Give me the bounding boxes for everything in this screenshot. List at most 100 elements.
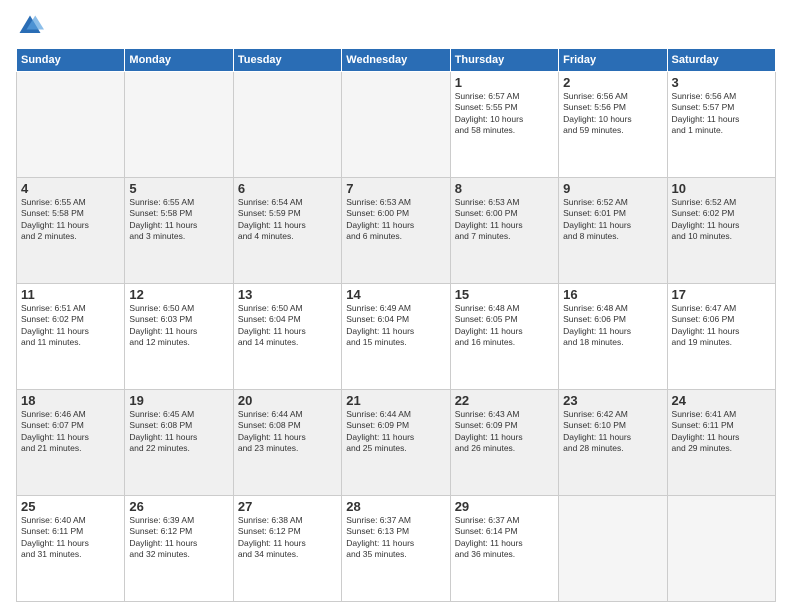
day-info: Sunrise: 6:53 AMSunset: 6:00 PMDaylight:… <box>346 197 445 243</box>
day-header-saturday: Saturday <box>667 49 775 72</box>
day-number: 23 <box>563 393 662 408</box>
day-info: Sunrise: 6:54 AMSunset: 5:59 PMDaylight:… <box>238 197 337 243</box>
day-number: 11 <box>21 287 120 302</box>
header <box>16 12 776 40</box>
calendar-cell: 2Sunrise: 6:56 AMSunset: 5:56 PMDaylight… <box>559 72 667 178</box>
calendar-cell <box>342 72 450 178</box>
day-number: 28 <box>346 499 445 514</box>
days-header-row: SundayMondayTuesdayWednesdayThursdayFrid… <box>17 49 776 72</box>
day-info: Sunrise: 6:45 AMSunset: 6:08 PMDaylight:… <box>129 409 228 455</box>
calendar-cell: 3Sunrise: 6:56 AMSunset: 5:57 PMDaylight… <box>667 72 775 178</box>
calendar-cell: 13Sunrise: 6:50 AMSunset: 6:04 PMDayligh… <box>233 284 341 390</box>
day-header-monday: Monday <box>125 49 233 72</box>
day-number: 18 <box>21 393 120 408</box>
calendar-cell: 7Sunrise: 6:53 AMSunset: 6:00 PMDaylight… <box>342 178 450 284</box>
week-row-2: 4Sunrise: 6:55 AMSunset: 5:58 PMDaylight… <box>17 178 776 284</box>
calendar-cell: 12Sunrise: 6:50 AMSunset: 6:03 PMDayligh… <box>125 284 233 390</box>
day-number: 15 <box>455 287 554 302</box>
calendar-cell: 16Sunrise: 6:48 AMSunset: 6:06 PMDayligh… <box>559 284 667 390</box>
logo <box>16 12 48 40</box>
day-number: 9 <box>563 181 662 196</box>
calendar-cell: 1Sunrise: 6:57 AMSunset: 5:55 PMDaylight… <box>450 72 558 178</box>
calendar-cell: 6Sunrise: 6:54 AMSunset: 5:59 PMDaylight… <box>233 178 341 284</box>
day-number: 14 <box>346 287 445 302</box>
day-info: Sunrise: 6:48 AMSunset: 6:06 PMDaylight:… <box>563 303 662 349</box>
day-header-tuesday: Tuesday <box>233 49 341 72</box>
calendar-cell: 23Sunrise: 6:42 AMSunset: 6:10 PMDayligh… <box>559 390 667 496</box>
week-row-5: 25Sunrise: 6:40 AMSunset: 6:11 PMDayligh… <box>17 496 776 602</box>
calendar-cell <box>125 72 233 178</box>
calendar-cell: 26Sunrise: 6:39 AMSunset: 6:12 PMDayligh… <box>125 496 233 602</box>
day-number: 13 <box>238 287 337 302</box>
day-info: Sunrise: 6:43 AMSunset: 6:09 PMDaylight:… <box>455 409 554 455</box>
day-number: 17 <box>672 287 771 302</box>
day-info: Sunrise: 6:47 AMSunset: 6:06 PMDaylight:… <box>672 303 771 349</box>
day-info: Sunrise: 6:52 AMSunset: 6:01 PMDaylight:… <box>563 197 662 243</box>
day-number: 19 <box>129 393 228 408</box>
day-info: Sunrise: 6:38 AMSunset: 6:12 PMDaylight:… <box>238 515 337 561</box>
calendar-cell: 28Sunrise: 6:37 AMSunset: 6:13 PMDayligh… <box>342 496 450 602</box>
calendar-body: 1Sunrise: 6:57 AMSunset: 5:55 PMDaylight… <box>17 72 776 602</box>
calendar-cell <box>667 496 775 602</box>
day-info: Sunrise: 6:52 AMSunset: 6:02 PMDaylight:… <box>672 197 771 243</box>
day-header-friday: Friday <box>559 49 667 72</box>
calendar-cell: 15Sunrise: 6:48 AMSunset: 6:05 PMDayligh… <box>450 284 558 390</box>
calendar-cell: 27Sunrise: 6:38 AMSunset: 6:12 PMDayligh… <box>233 496 341 602</box>
day-number: 26 <box>129 499 228 514</box>
day-number: 5 <box>129 181 228 196</box>
calendar-cell: 25Sunrise: 6:40 AMSunset: 6:11 PMDayligh… <box>17 496 125 602</box>
day-header-wednesday: Wednesday <box>342 49 450 72</box>
calendar-header: SundayMondayTuesdayWednesdayThursdayFrid… <box>17 49 776 72</box>
calendar-cell: 24Sunrise: 6:41 AMSunset: 6:11 PMDayligh… <box>667 390 775 496</box>
week-row-1: 1Sunrise: 6:57 AMSunset: 5:55 PMDaylight… <box>17 72 776 178</box>
day-number: 6 <box>238 181 337 196</box>
calendar-cell: 18Sunrise: 6:46 AMSunset: 6:07 PMDayligh… <box>17 390 125 496</box>
day-info: Sunrise: 6:44 AMSunset: 6:08 PMDaylight:… <box>238 409 337 455</box>
calendar-cell: 4Sunrise: 6:55 AMSunset: 5:58 PMDaylight… <box>17 178 125 284</box>
day-number: 8 <box>455 181 554 196</box>
day-info: Sunrise: 6:48 AMSunset: 6:05 PMDaylight:… <box>455 303 554 349</box>
day-number: 29 <box>455 499 554 514</box>
day-info: Sunrise: 6:44 AMSunset: 6:09 PMDaylight:… <box>346 409 445 455</box>
calendar-page: SundayMondayTuesdayWednesdayThursdayFrid… <box>0 0 792 612</box>
day-number: 3 <box>672 75 771 90</box>
day-number: 21 <box>346 393 445 408</box>
logo-icon <box>16 12 44 40</box>
calendar-cell: 17Sunrise: 6:47 AMSunset: 6:06 PMDayligh… <box>667 284 775 390</box>
day-info: Sunrise: 6:40 AMSunset: 6:11 PMDaylight:… <box>21 515 120 561</box>
day-info: Sunrise: 6:39 AMSunset: 6:12 PMDaylight:… <box>129 515 228 561</box>
day-info: Sunrise: 6:50 AMSunset: 6:03 PMDaylight:… <box>129 303 228 349</box>
day-header-thursday: Thursday <box>450 49 558 72</box>
day-number: 10 <box>672 181 771 196</box>
week-row-4: 18Sunrise: 6:46 AMSunset: 6:07 PMDayligh… <box>17 390 776 496</box>
day-number: 2 <box>563 75 662 90</box>
calendar-cell: 9Sunrise: 6:52 AMSunset: 6:01 PMDaylight… <box>559 178 667 284</box>
day-info: Sunrise: 6:46 AMSunset: 6:07 PMDaylight:… <box>21 409 120 455</box>
day-info: Sunrise: 6:37 AMSunset: 6:13 PMDaylight:… <box>346 515 445 561</box>
day-number: 27 <box>238 499 337 514</box>
calendar-cell: 5Sunrise: 6:55 AMSunset: 5:58 PMDaylight… <box>125 178 233 284</box>
day-info: Sunrise: 6:49 AMSunset: 6:04 PMDaylight:… <box>346 303 445 349</box>
day-info: Sunrise: 6:55 AMSunset: 5:58 PMDaylight:… <box>129 197 228 243</box>
day-info: Sunrise: 6:56 AMSunset: 5:56 PMDaylight:… <box>563 91 662 137</box>
day-number: 12 <box>129 287 228 302</box>
day-info: Sunrise: 6:53 AMSunset: 6:00 PMDaylight:… <box>455 197 554 243</box>
day-number: 20 <box>238 393 337 408</box>
calendar-cell: 14Sunrise: 6:49 AMSunset: 6:04 PMDayligh… <box>342 284 450 390</box>
day-number: 4 <box>21 181 120 196</box>
calendar-cell: 22Sunrise: 6:43 AMSunset: 6:09 PMDayligh… <box>450 390 558 496</box>
day-number: 25 <box>21 499 120 514</box>
day-header-sunday: Sunday <box>17 49 125 72</box>
calendar-cell <box>17 72 125 178</box>
day-number: 22 <box>455 393 554 408</box>
calendar-cell: 20Sunrise: 6:44 AMSunset: 6:08 PMDayligh… <box>233 390 341 496</box>
day-info: Sunrise: 6:42 AMSunset: 6:10 PMDaylight:… <box>563 409 662 455</box>
day-info: Sunrise: 6:50 AMSunset: 6:04 PMDaylight:… <box>238 303 337 349</box>
day-info: Sunrise: 6:37 AMSunset: 6:14 PMDaylight:… <box>455 515 554 561</box>
day-info: Sunrise: 6:56 AMSunset: 5:57 PMDaylight:… <box>672 91 771 137</box>
calendar-cell: 29Sunrise: 6:37 AMSunset: 6:14 PMDayligh… <box>450 496 558 602</box>
calendar-cell <box>559 496 667 602</box>
week-row-3: 11Sunrise: 6:51 AMSunset: 6:02 PMDayligh… <box>17 284 776 390</box>
day-info: Sunrise: 6:55 AMSunset: 5:58 PMDaylight:… <box>21 197 120 243</box>
calendar-cell: 8Sunrise: 6:53 AMSunset: 6:00 PMDaylight… <box>450 178 558 284</box>
